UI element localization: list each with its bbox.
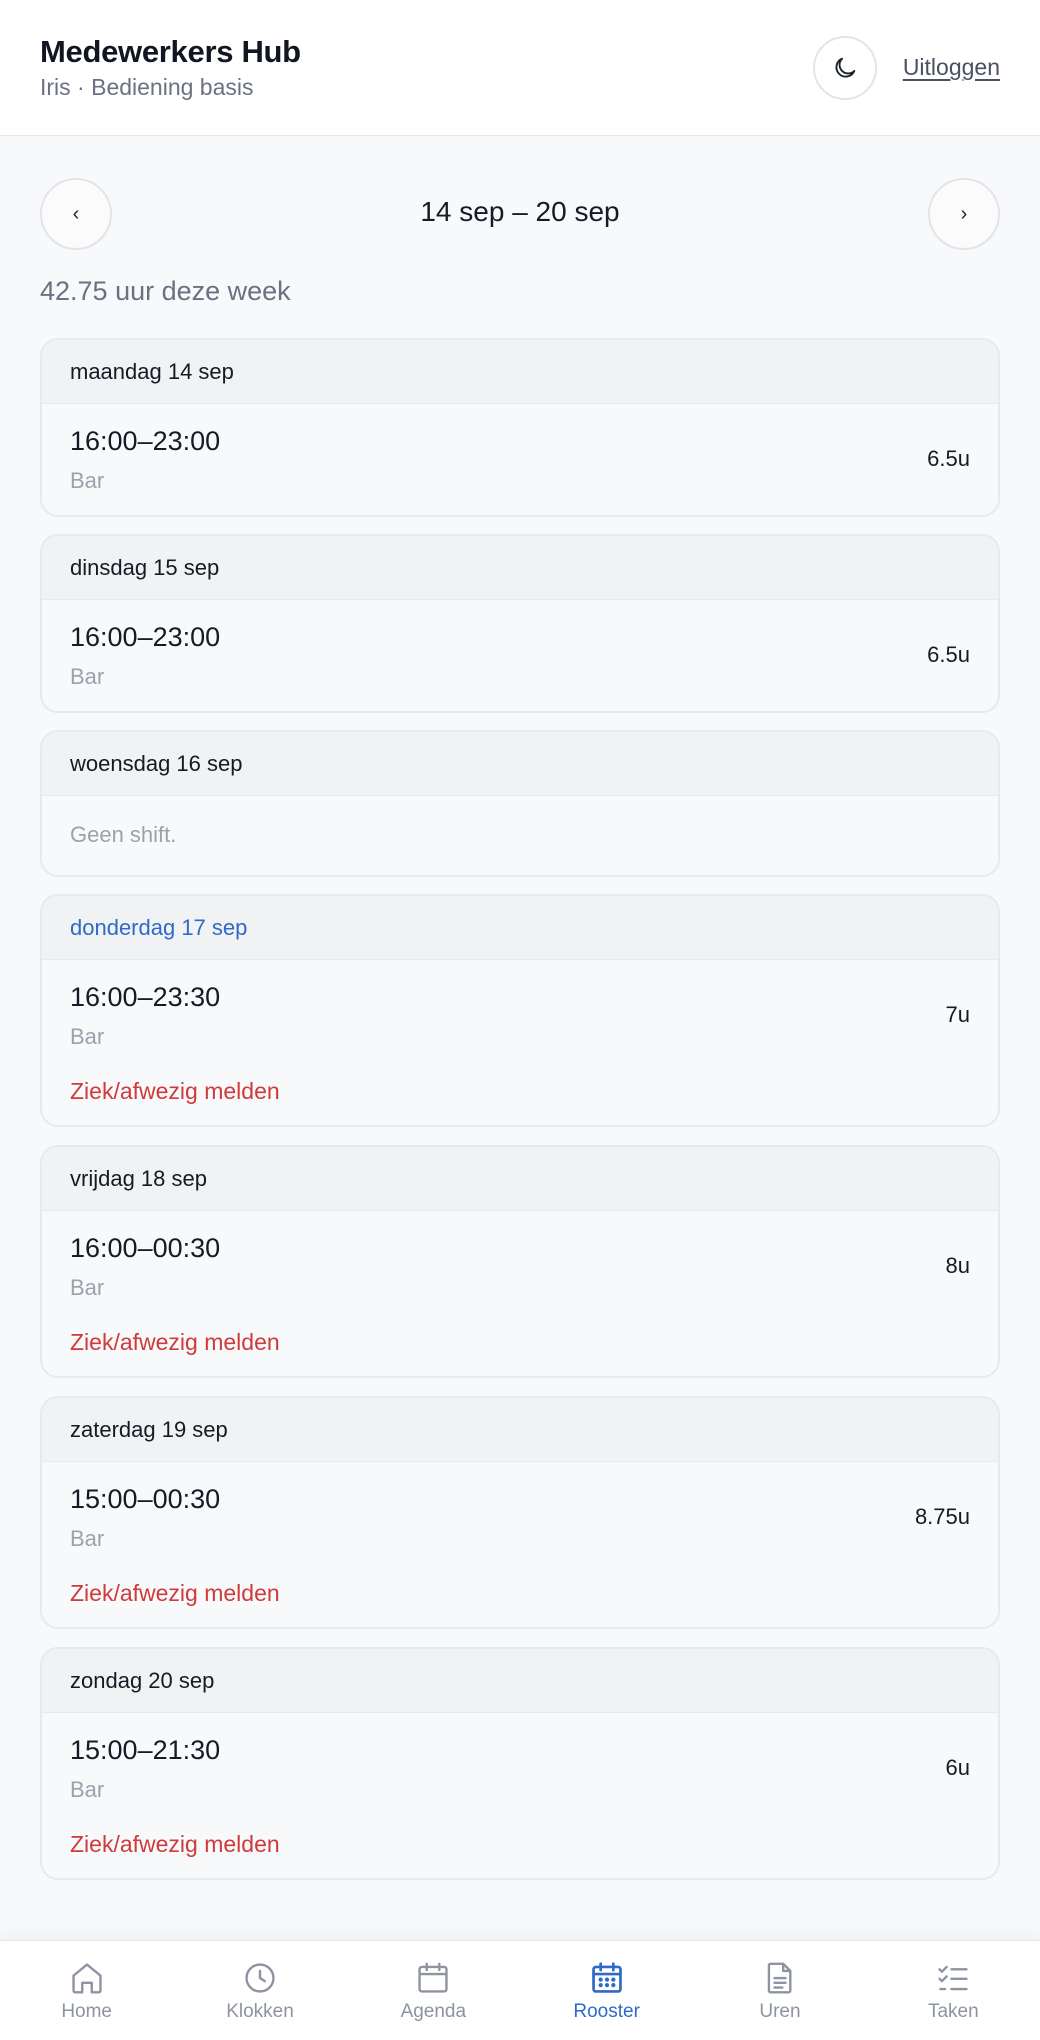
day-card-sunday: zondag 20 sep 15:00–21:30 Bar 6u Ziek/af… (40, 1647, 1000, 1880)
document-icon (767, 1962, 792, 1994)
day-card-saturday: zaterdag 19 sep 15:00–00:30 Bar 8.75u Zi… (40, 1396, 1000, 1629)
week-range-label: 14 sep – 20 sep (420, 196, 620, 227)
tab-agenda[interactable]: Agenda (347, 1941, 520, 2040)
day-header: maandag 14 sep (42, 340, 998, 404)
shift-hours: 6.5u (927, 446, 970, 471)
shift-hours: 8u (945, 1253, 970, 1278)
day-card-friday: vrijdag 18 sep 16:00–00:30 Bar 8u Ziek/a… (40, 1145, 1000, 1378)
tab-label: Klokken (226, 2001, 294, 2022)
tab-label: Rooster (573, 2001, 640, 2022)
day-header-today: donderdag 17 sep (42, 896, 998, 960)
user-role-subtitle: Iris · Bediening basis (40, 74, 254, 100)
shift-role: Bar (70, 1777, 105, 1802)
day-header: woensdag 16 sep (42, 732, 998, 796)
shift-time: 16:00–23:00 (70, 426, 221, 456)
app-header: Medewerkers Hub Iris · Bediening basis U… (0, 0, 1040, 136)
day-header: vrijdag 18 sep (42, 1147, 998, 1211)
tab-label: Agenda (400, 2001, 467, 2022)
day-card-monday: maandag 14 sep 16:00–23:00 Bar 6.5u (40, 338, 1000, 517)
tab-rooster[interactable]: Rooster (520, 1941, 693, 2040)
shift-time: 16:00–23:00 (70, 622, 221, 652)
next-week-button[interactable]: › (928, 178, 1000, 250)
shift-row: 16:00–23:00 Bar 6.5u (42, 600, 998, 711)
bottom-tab-bar: Home Klokken Agenda Rooster Uren Taken (0, 1940, 1040, 2040)
app-root: Medewerkers Hub Iris · Bediening basis U… (0, 0, 1040, 2040)
day-card-thursday: donderdag 17 sep 16:00–23:30 Bar 7u Ziek… (40, 894, 1000, 1127)
checklist-icon (938, 1965, 968, 1991)
logout-link[interactable]: Uitloggen (903, 54, 1000, 81)
theme-toggle-button[interactable] (813, 36, 877, 100)
day-header: dinsdag 15 sep (42, 536, 998, 600)
tab-label: Home (61, 2001, 112, 2022)
day-card-tuesday: dinsdag 15 sep 16:00–23:00 Bar 6.5u (40, 534, 1000, 713)
tab-home[interactable]: Home (0, 1941, 173, 2040)
clock-icon (245, 1963, 275, 1993)
calendar-icon (418, 1962, 448, 1993)
tab-klokken[interactable]: Klokken (173, 1941, 346, 2040)
week-total-hours: 42.75 uur deze week (40, 276, 291, 306)
shift-row: 15:00–00:30 Bar 8.75u Ziek/afwezig melde… (42, 1462, 998, 1627)
shift-hours: 8.75u (914, 1504, 970, 1529)
shift-hours: 7u (945, 1002, 970, 1027)
report-absence-link[interactable]: Ziek/afwezig melden (70, 1831, 280, 1858)
shift-row: 16:00–00:30 Bar 8u Ziek/afwezig melden (42, 1211, 998, 1376)
report-absence-link[interactable]: Ziek/afwezig melden (70, 1329, 280, 1356)
shift-row: 15:00–21:30 Bar 6u Ziek/afwezig melden (42, 1713, 998, 1878)
shift-role: Bar (70, 1275, 105, 1300)
shift-role: Bar (70, 468, 105, 493)
home-icon (72, 1963, 102, 1994)
day-header: zondag 20 sep (42, 1649, 998, 1713)
app-title: Medewerkers Hub (40, 34, 301, 69)
shift-time: 15:00–00:30 (70, 1484, 221, 1514)
shift-role: Bar (70, 1024, 105, 1049)
shift-time: 15:00–21:30 (70, 1735, 221, 1765)
day-header: zaterdag 19 sep (42, 1398, 998, 1462)
no-shift-text: Geen shift. (70, 822, 177, 847)
report-absence-link[interactable]: Ziek/afwezig melden (70, 1580, 280, 1607)
shift-row: 16:00–23:30 Bar 7u Ziek/afwezig melden (42, 960, 998, 1125)
shift-row: 16:00–23:00 Bar 6.5u (42, 404, 998, 515)
chevron-right-icon: › (960, 202, 968, 225)
report-absence-link[interactable]: Ziek/afwezig melden (70, 1078, 280, 1105)
shift-time: 16:00–23:30 (70, 982, 221, 1012)
tab-uren[interactable]: Uren (693, 1941, 866, 2040)
shift-role: Bar (70, 664, 105, 689)
tab-label: Taken (927, 2001, 979, 2022)
no-shift-row: Geen shift. (42, 796, 998, 875)
day-card-wednesday: woensdag 16 sep Geen shift. (40, 730, 1000, 877)
shift-time: 16:00–00:30 (70, 1233, 221, 1263)
tab-taken[interactable]: Taken (867, 1941, 1040, 2040)
tab-label: Uren (759, 2001, 801, 2022)
schedule-icon (591, 1962, 622, 1993)
shift-hours: 6.5u (927, 642, 970, 667)
shift-role: Bar (70, 1526, 105, 1551)
shift-hours: 6u (945, 1755, 970, 1780)
moon-icon (835, 57, 856, 78)
